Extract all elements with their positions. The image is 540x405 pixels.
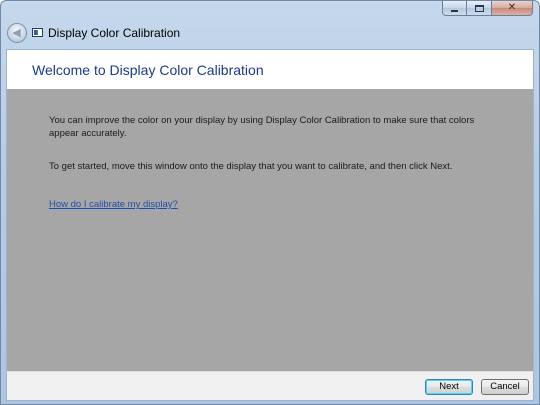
page-title: Welcome to Display Color Calibration: [32, 62, 264, 78]
window-title: Display Color Calibration: [48, 26, 181, 40]
maximize-icon: [474, 4, 484, 12]
intro-paragraph: You can improve the color on your displa…: [49, 115, 475, 139]
wizard-footer: Next Cancel: [6, 371, 534, 401]
minimize-button[interactable]: [442, 1, 467, 16]
maximize-button[interactable]: [467, 1, 492, 16]
wizard-content: You can improve the color on your displa…: [6, 89, 534, 371]
instructions-paragraph: To get started, move this window onto th…: [49, 161, 453, 172]
cancel-button[interactable]: Cancel: [481, 379, 529, 395]
wizard-window: ✕ ◀ Display Color Calibration Welcome to…: [0, 0, 540, 405]
back-arrow-icon: ◀: [12, 26, 21, 39]
next-button[interactable]: Next: [425, 379, 473, 395]
title-bar[interactable]: ✕ ◀ Display Color Calibration: [1, 1, 539, 43]
minimize-icon: [451, 9, 458, 12]
back-button[interactable]: ◀: [7, 23, 27, 43]
wizard-header: Welcome to Display Color Calibration: [6, 49, 534, 89]
close-button[interactable]: ✕: [492, 1, 533, 16]
close-icon: ✕: [507, 2, 517, 13]
display-icon: [32, 28, 43, 37]
caption-buttons: ✕: [442, 1, 533, 16]
help-link[interactable]: How do I calibrate my display?: [49, 199, 178, 210]
